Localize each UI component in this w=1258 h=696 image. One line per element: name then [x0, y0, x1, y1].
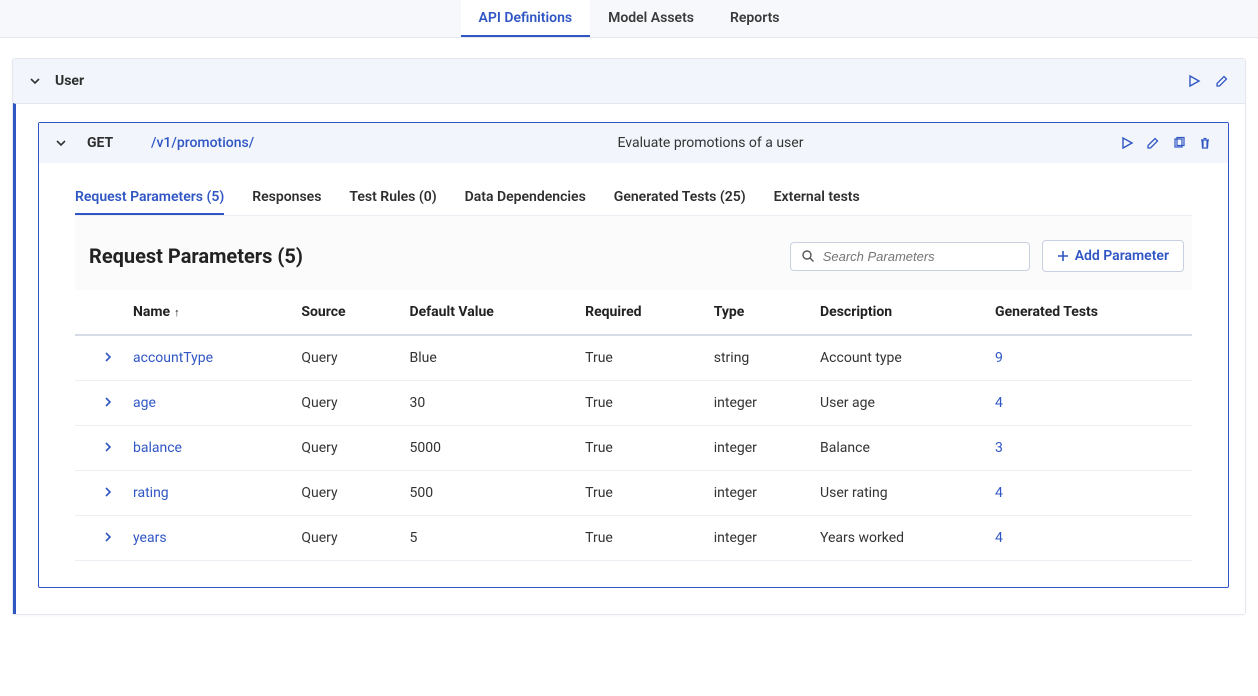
plus-icon: [1057, 250, 1069, 262]
chevron-down-icon[interactable]: [55, 137, 67, 149]
rp-title: Request Parameters (5): [89, 244, 790, 268]
parameters-table: Name↑ Source Default Value Required Type…: [75, 290, 1192, 561]
chevron-right-icon[interactable]: [103, 442, 113, 452]
edit-icon[interactable]: [1215, 74, 1229, 88]
tab-api-definitions[interactable]: API Definitions: [461, 0, 591, 37]
table-row: accountType QueryBlueTruestringAccount ty…: [75, 335, 1192, 381]
param-tests-link[interactable]: 3: [995, 440, 1003, 456]
user-panel-header[interactable]: User: [13, 59, 1245, 103]
param-default: Blue: [399, 335, 575, 381]
run-icon[interactable]: [1120, 136, 1134, 150]
table-row: rating Query500TrueintegerUser rating 4: [75, 471, 1192, 516]
search-parameters-box[interactable]: [790, 242, 1030, 271]
param-type: integer: [704, 426, 810, 471]
param-source: Query: [291, 381, 399, 426]
param-name-link[interactable]: age: [133, 395, 156, 411]
param-name-link[interactable]: accountType: [133, 350, 213, 366]
run-icon[interactable]: [1187, 74, 1201, 88]
edit-icon[interactable]: [1146, 136, 1160, 150]
col-required[interactable]: Required: [575, 290, 704, 335]
param-type: string: [704, 335, 810, 381]
sub-tabs: Request Parameters (5) Responses Test Ru…: [39, 181, 1228, 215]
param-default: 500: [399, 471, 575, 516]
param-description: User age: [810, 381, 985, 426]
chevron-right-icon[interactable]: [103, 352, 113, 362]
chevron-right-icon[interactable]: [103, 397, 113, 407]
subtab-external-tests[interactable]: External tests: [774, 181, 860, 215]
sort-asc-icon: ↑: [174, 306, 180, 319]
param-tests-link[interactable]: 4: [995, 485, 1003, 501]
table-row: years Query5TrueintegerYears worked 4: [75, 516, 1192, 561]
request-parameters-area: Request Parameters (5) Add Parameter: [75, 215, 1192, 561]
param-required: True: [575, 426, 704, 471]
endpoint-method: GET: [87, 135, 151, 151]
user-panel: User GET /v1/promotions/ Evaluate pr: [12, 58, 1246, 615]
table-header-row: Name↑ Source Default Value Required Type…: [75, 290, 1192, 335]
endpoint-box: GET /v1/promotions/ Evaluate promotions …: [38, 122, 1229, 588]
subtab-request-parameters[interactable]: Request Parameters (5): [75, 181, 224, 215]
add-parameter-label: Add Parameter: [1075, 248, 1169, 264]
delete-icon[interactable]: [1198, 136, 1212, 150]
table-row: age Query30TrueintegerUser age 4: [75, 381, 1192, 426]
param-default: 5000: [399, 426, 575, 471]
chevron-right-icon[interactable]: [103, 532, 113, 542]
param-source: Query: [291, 516, 399, 561]
col-default[interactable]: Default Value: [399, 290, 575, 335]
subtab-responses[interactable]: Responses: [252, 181, 321, 215]
param-description: User rating: [810, 471, 985, 516]
param-name-link[interactable]: rating: [133, 485, 169, 501]
col-name[interactable]: Name↑: [123, 290, 291, 335]
param-type: integer: [704, 516, 810, 561]
param-required: True: [575, 471, 704, 516]
table-row: balance Query5000TrueintegerBalance 3: [75, 426, 1192, 471]
col-generated-tests[interactable]: Generated Tests: [985, 290, 1192, 335]
param-source: Query: [291, 426, 399, 471]
param-required: True: [575, 516, 704, 561]
search-icon: [801, 249, 815, 263]
param-required: True: [575, 335, 704, 381]
param-default: 5: [399, 516, 575, 561]
subtab-generated-tests[interactable]: Generated Tests (25): [614, 181, 746, 215]
param-source: Query: [291, 471, 399, 516]
search-parameters-input[interactable]: [823, 249, 1019, 264]
endpoint-header[interactable]: GET /v1/promotions/ Evaluate promotions …: [39, 123, 1228, 163]
chevron-down-icon[interactable]: [29, 75, 41, 87]
endpoint-path[interactable]: /v1/promotions/: [151, 135, 421, 151]
subtab-test-rules[interactable]: Test Rules (0): [349, 181, 436, 215]
param-description: Account type: [810, 335, 985, 381]
add-parameter-button[interactable]: Add Parameter: [1042, 240, 1184, 272]
param-required: True: [575, 381, 704, 426]
param-type: integer: [704, 471, 810, 516]
subtab-data-dependencies[interactable]: Data Dependencies: [465, 181, 586, 215]
param-default: 30: [399, 381, 575, 426]
param-name-link[interactable]: years: [133, 530, 167, 546]
col-description[interactable]: Description: [810, 290, 985, 335]
top-nav: API Definitions Model Assets Reports: [0, 0, 1258, 38]
copy-icon[interactable]: [1172, 136, 1186, 150]
param-description: Years worked: [810, 516, 985, 561]
param-tests-link[interactable]: 4: [995, 395, 1003, 411]
panel-title: User: [55, 73, 84, 89]
col-source[interactable]: Source: [291, 290, 399, 335]
chevron-right-icon[interactable]: [103, 487, 113, 497]
param-type: integer: [704, 381, 810, 426]
endpoint-description: Evaluate promotions of a user: [421, 135, 1120, 151]
col-type[interactable]: Type: [704, 290, 810, 335]
param-tests-link[interactable]: 9: [995, 350, 1003, 366]
param-name-link[interactable]: balance: [133, 440, 182, 456]
param-tests-link[interactable]: 4: [995, 530, 1003, 546]
tab-reports[interactable]: Reports: [712, 0, 798, 37]
param-source: Query: [291, 335, 399, 381]
param-description: Balance: [810, 426, 985, 471]
tab-model-assets[interactable]: Model Assets: [590, 0, 712, 37]
user-panel-body: GET /v1/promotions/ Evaluate promotions …: [13, 103, 1245, 614]
